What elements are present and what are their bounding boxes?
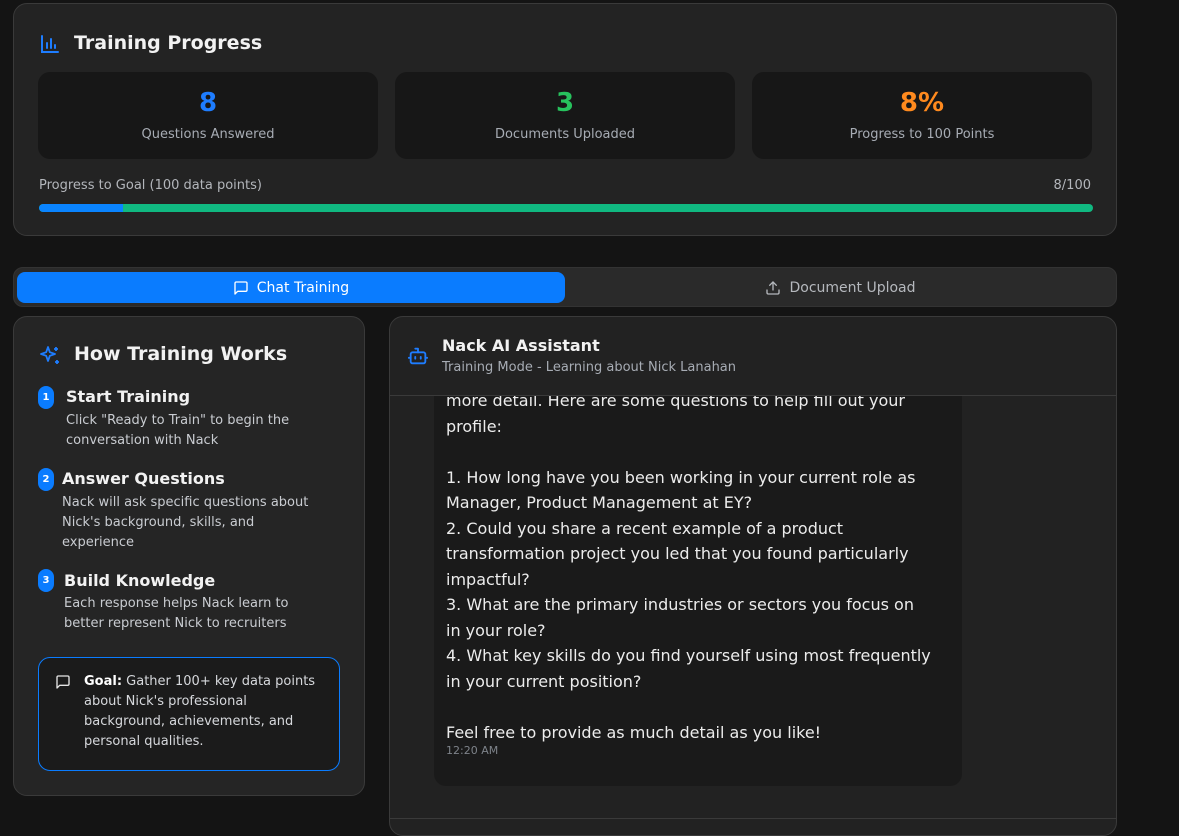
message-line xyxy=(446,694,950,720)
step-title: Answer Questions xyxy=(62,469,225,488)
goal-text: Goal: Gather 100+ key data points about … xyxy=(84,672,324,752)
message-line: 3. What are the primary industries or se… xyxy=(446,595,914,614)
goal-progress-fill xyxy=(39,204,124,212)
message-line: transformation project you led that you … xyxy=(446,544,909,563)
step-title: Build Knowledge xyxy=(64,571,216,590)
stat-label: Documents Uploaded xyxy=(494,127,636,142)
message-line: profile: xyxy=(446,416,502,436)
step-number: 3 xyxy=(38,569,54,592)
message-line: 4. What key skills do you find yourself … xyxy=(446,646,931,665)
stat-value: 8% xyxy=(899,88,945,118)
upload-icon xyxy=(765,280,781,296)
step-desc-line: conversation with Nack xyxy=(66,433,219,448)
tab-label: Document Upload xyxy=(789,279,916,296)
footer-divider xyxy=(390,818,1116,819)
goal-line: about Nick's professional xyxy=(84,694,247,709)
message-line: impactful? xyxy=(446,569,530,589)
message-timestamp: 12:20 AM xyxy=(446,744,499,757)
step-desc-line: Each response helps Nack learn to xyxy=(64,596,289,611)
goal-progress-label: Progress to Goal (100 data points) xyxy=(39,178,262,193)
bar-chart-icon xyxy=(39,33,61,55)
goal-callout: Goal: Gather 100+ key data points about … xyxy=(38,657,340,771)
tab-label: Chat Training xyxy=(256,279,350,296)
message-line: 1. How long have you been working in you… xyxy=(446,467,916,487)
message-line: more detail. Here are some questions to … xyxy=(446,396,905,410)
message-square-icon xyxy=(55,674,71,690)
message-line: 2. Could you share a recent example of a… xyxy=(446,518,844,538)
goal-line: background, achievements, and xyxy=(84,714,294,729)
step-desc-line: Nack will ask specific questions about xyxy=(62,495,309,510)
assistant-message-bubble: more detail. Here are some questions to … xyxy=(434,396,962,786)
message-line: in your role? xyxy=(446,620,546,640)
step-number: 2 xyxy=(38,468,54,491)
how-training-works-panel: How Training Works 1 Start Training Clic… xyxy=(13,316,365,796)
goal-progress-count: 8/100 xyxy=(1053,178,1091,193)
step-title: Start Training xyxy=(66,387,191,406)
message-line xyxy=(446,439,950,465)
stat-label: Progress to 100 Points xyxy=(849,127,995,142)
step-description: Click "Ready to Train" to begin the conv… xyxy=(66,411,289,451)
step-description: Each response helps Nack learn to better… xyxy=(64,594,289,634)
step-desc-line: Click "Ready to Train" to begin the xyxy=(66,413,290,428)
stat-documents-uploaded: 3 Documents Uploaded xyxy=(395,72,735,159)
message-square-icon xyxy=(233,280,249,296)
chat-panel: Nack AI Assistant Training Mode - Learni… xyxy=(389,316,1117,836)
stat-label: Questions Answered xyxy=(141,127,275,142)
stat-progress-percent: 8% Progress to 100 Points xyxy=(752,72,1092,159)
message-line: Manager, Product Management at EY? xyxy=(446,493,753,512)
sparkles-icon xyxy=(38,344,62,368)
message-line: in your current position? xyxy=(446,671,642,691)
chat-messages-scroll[interactable]: more detail. Here are some questions to … xyxy=(390,396,1116,835)
how-title: How Training Works xyxy=(74,343,288,365)
progress-title: Training Progress xyxy=(74,32,263,54)
step-desc-line: experience xyxy=(62,535,135,550)
assistant-name: Nack AI Assistant xyxy=(442,336,600,355)
goal-line: Gather 100+ key data points xyxy=(122,674,316,689)
stat-value: 3 xyxy=(555,88,575,118)
tab-chat-training[interactable]: Chat Training xyxy=(17,272,565,303)
step-desc-line: better represent Nick to recruiters xyxy=(64,616,287,631)
bot-icon xyxy=(407,345,429,367)
tab-document-upload[interactable]: Document Upload xyxy=(567,272,1114,303)
training-tabs: Chat Training Document Upload xyxy=(13,267,1117,307)
step-number: 1 xyxy=(38,386,54,409)
training-progress-panel: Training Progress 8 Questions Answered 3… xyxy=(13,3,1117,236)
step-desc-line: Nick's background, skills, and xyxy=(62,515,255,530)
goal-progress-bar xyxy=(39,204,1093,212)
stat-value: 8 xyxy=(198,88,218,118)
stat-questions-answered: 8 Questions Answered xyxy=(38,72,378,159)
goal-bold-label: Goal: xyxy=(84,674,123,689)
goal-line: personal qualities. xyxy=(84,734,204,749)
message-line: Feel free to provide as much detail as y… xyxy=(446,722,822,742)
step-description: Nack will ask specific questions about N… xyxy=(62,493,308,553)
assistant-subtitle: Training Mode - Learning about Nick Lana… xyxy=(442,360,737,375)
